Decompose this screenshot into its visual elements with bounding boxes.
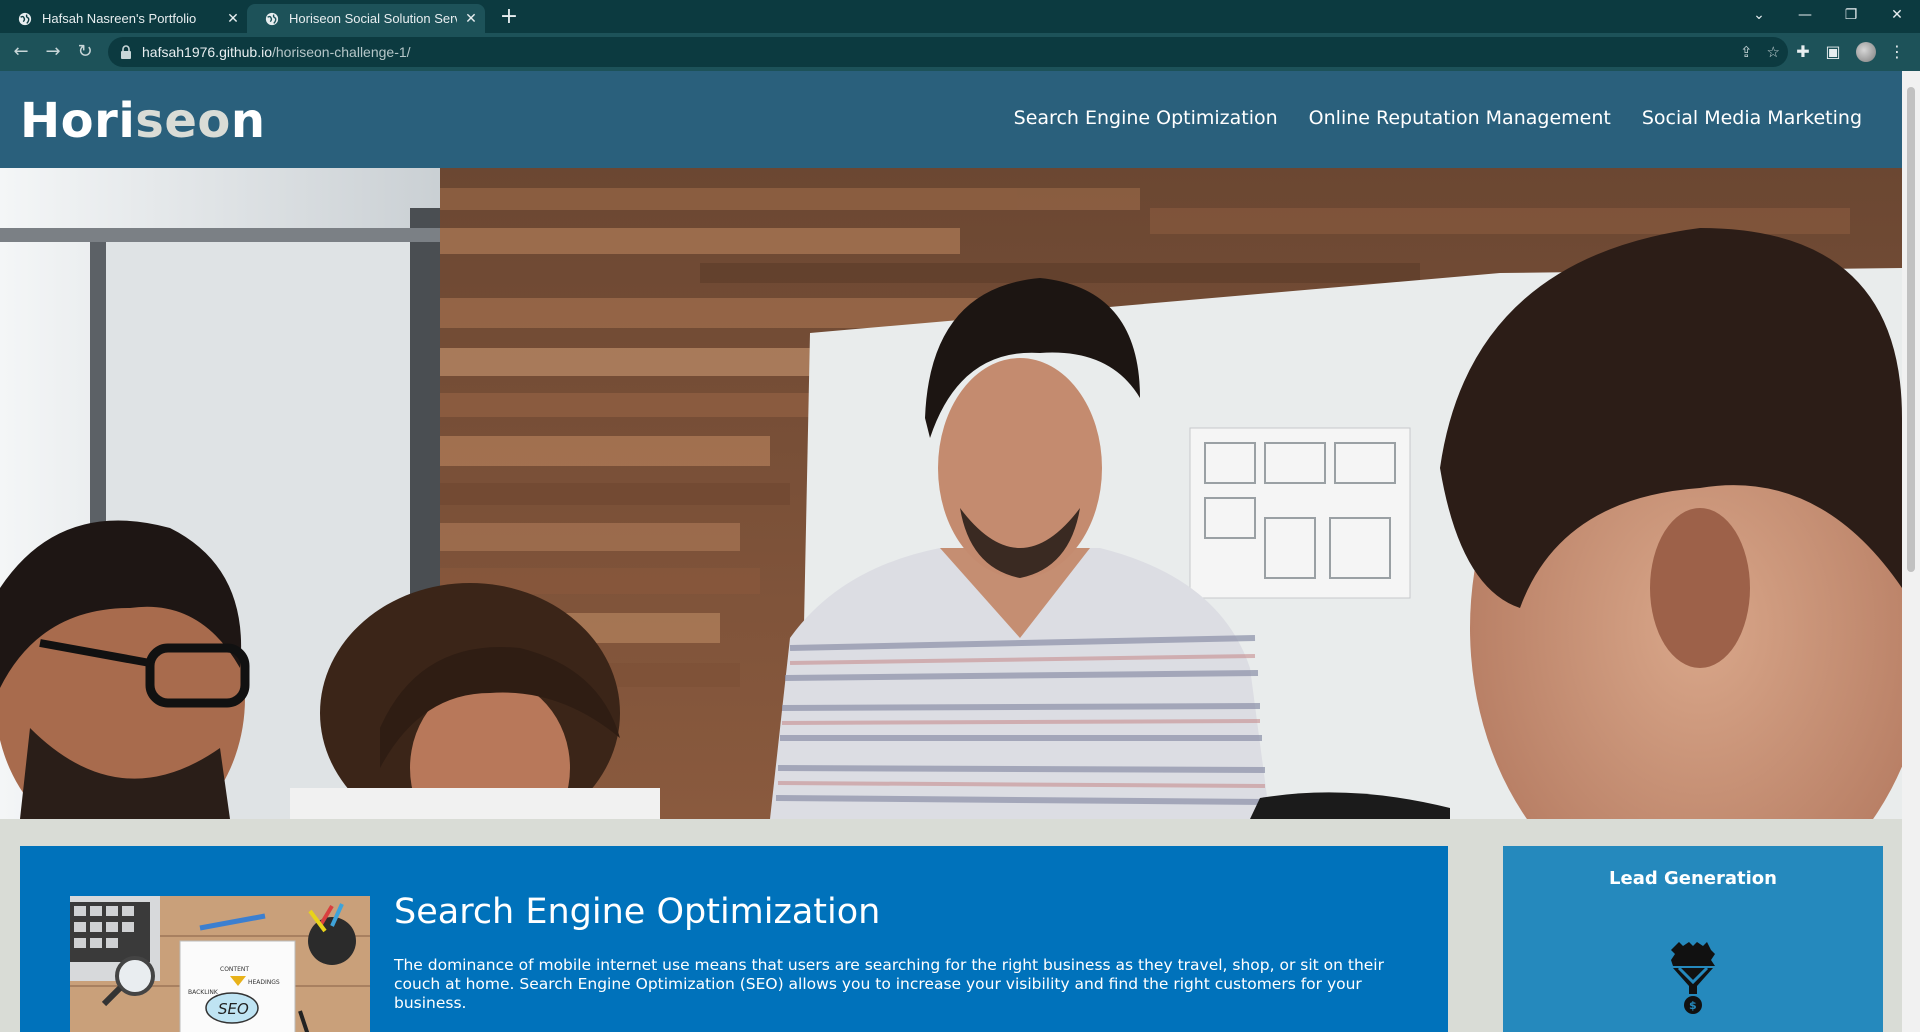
kebab-menu-icon[interactable]: ⋮ — [1882, 37, 1912, 67]
puzzle-icon[interactable]: ✚ — [1788, 37, 1818, 67]
back-arrow-icon[interactable]: ← — [6, 37, 36, 67]
star-icon[interactable]: ☆ — [1767, 43, 1780, 61]
lock-icon — [121, 45, 131, 59]
browser-tab-portfolio[interactable]: Hafsah Nasreen's Portfolio ✕ — [0, 4, 247, 33]
scrollbar-thumb[interactable] — [1907, 87, 1915, 572]
url-path: /horiseon-challenge-1/ — [272, 44, 411, 60]
lead-generation-icon: $ — [1671, 942, 1715, 1014]
tab-title: Horiseon Social Solution Services, Inc. — [289, 11, 457, 26]
restore-button[interactable]: ❐ — [1828, 0, 1874, 30]
seo-section: CONTENT HEADINGS BACKLINK SEO Search Eng… — [20, 846, 1448, 1032]
profile-avatar[interactable] — [1856, 42, 1876, 62]
close-window-button[interactable]: ✕ — [1874, 0, 1920, 30]
tab-title: Hafsah Nasreen's Portfolio — [42, 11, 197, 26]
hero-photo — [0, 168, 1902, 819]
tab-search-icon[interactable]: ⌄ — [1736, 0, 1782, 30]
seo-paragraph: The dominance of mobile internet use mea… — [394, 956, 1384, 1012]
logo-prefix: Hori — [20, 93, 136, 149]
seo-image-label-content: CONTENT — [220, 966, 249, 973]
logo-highlight: seo — [135, 93, 231, 149]
new-tab-button[interactable]: + — [495, 3, 523, 31]
browser-tab-bar: Hafsah Nasreen's Portfolio ✕ Horiseon So… — [0, 0, 1920, 33]
nav-link-reputation[interactable]: Online Reputation Management — [1309, 107, 1611, 129]
close-tab-icon[interactable]: ✕ — [219, 10, 247, 27]
nav-link-seo[interactable]: Search Engine Optimization — [1014, 107, 1278, 129]
address-bar[interactable]: hafsah1976.github.io/horiseon-challenge-… — [108, 37, 1788, 67]
seo-heading: Search Engine Optimization — [394, 892, 881, 932]
page-scrollbar[interactable] — [1902, 71, 1920, 1032]
seo-illustration: CONTENT HEADINGS BACKLINK SEO — [70, 896, 370, 1032]
url-text: hafsah1976.github.io/horiseon-challenge-… — [142, 44, 411, 60]
lead-generation-heading: Lead Generation — [1609, 868, 1777, 889]
browser-toolbar: ← → ↻ hafsah1976.github.io/horiseon-chal… — [0, 33, 1920, 71]
share-icon[interactable]: ⇪ — [1740, 43, 1753, 61]
site-header: Horiseon Search Engine Optimization Onli… — [0, 71, 1902, 168]
side-panel-icon[interactable]: ▣ — [1818, 37, 1848, 67]
seo-image: CONTENT HEADINGS BACKLINK SEO — [70, 896, 370, 1032]
hero-image — [0, 168, 1902, 819]
svg-text:$: $ — [1689, 999, 1697, 1012]
seo-image-label-seo: SEO — [218, 1000, 249, 1018]
site-nav: Search Engine Optimization Online Reputa… — [1014, 107, 1862, 129]
globe-icon — [265, 12, 279, 25]
logo-suffix: n — [230, 93, 266, 149]
browser-tab-horiseon[interactable]: Horiseon Social Solution Services, Inc. … — [247, 4, 485, 33]
globe-icon — [18, 12, 32, 25]
page-viewport: Horiseon Search Engine Optimization Onli… — [0, 71, 1902, 1032]
url-host: hafsah1976.github.io — [142, 44, 272, 60]
reload-icon[interactable]: ↻ — [70, 37, 100, 67]
close-tab-icon[interactable]: ✕ — [457, 10, 485, 27]
benefits-aside: Lead Generation $ — [1503, 846, 1883, 1032]
seo-image-label-backlink: BACKLINK — [188, 989, 219, 996]
seo-image-label-headings: HEADINGS — [248, 979, 280, 986]
nav-link-social-media[interactable]: Social Media Marketing — [1642, 107, 1862, 129]
minimize-button[interactable]: — — [1782, 0, 1828, 30]
site-logo: Horiseon — [20, 93, 266, 149]
forward-arrow-icon[interactable]: → — [38, 37, 68, 67]
